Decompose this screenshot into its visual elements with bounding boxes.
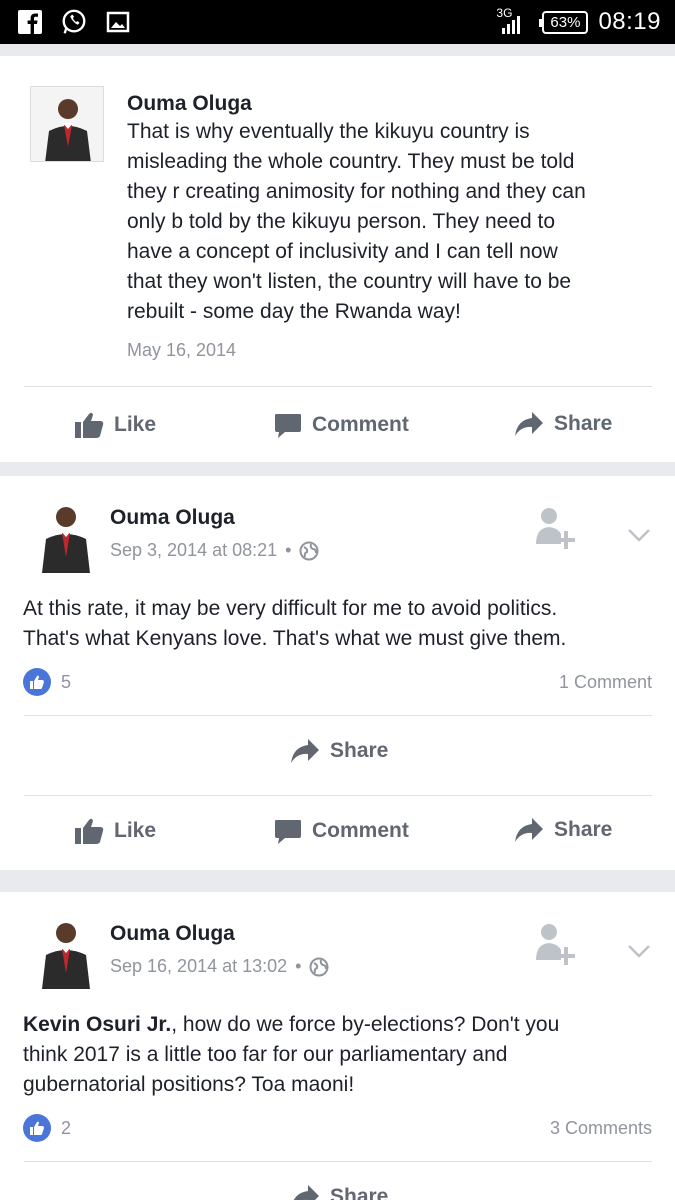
- post-text: Kevin Osuri Jr., how do we force by-elec…: [23, 1010, 663, 1100]
- signal-icon: 3G: [496, 6, 532, 38]
- post-text-line: think 2017 is a little too far for our p…: [23, 1043, 508, 1066]
- post-text: That is why eventually the kikuyu countr…: [127, 117, 657, 327]
- share-label: Share: [330, 739, 389, 762]
- post-card: Ouma Oluga Sep 3, 2014 at 08:21 • At thi…: [0, 476, 675, 870]
- post-text-segment: , how do we force by-elections? Don't yo…: [171, 1013, 560, 1036]
- share-arrow-icon: [515, 412, 543, 436]
- post-card: Ouma Oluga That is why eventually the ki…: [0, 56, 675, 462]
- share-row-button[interactable]: Share: [290, 1184, 388, 1200]
- post-date[interactable]: May 16, 2014: [127, 340, 236, 361]
- thumbs-up-icon: [75, 412, 104, 438]
- post-text-line: At this rate, it may be very difficult f…: [23, 597, 558, 620]
- reaction-count[interactable]: 2: [23, 1114, 71, 1142]
- comment-button[interactable]: Comment: [274, 817, 409, 845]
- reaction-count[interactable]: 5: [23, 668, 71, 696]
- timestamp[interactable]: May 16, 2014: [127, 340, 236, 361]
- divider: [24, 715, 652, 716]
- mention-link[interactable]: Kevin Osuri Jr.: [23, 1013, 171, 1036]
- avatar[interactable]: [38, 913, 94, 989]
- share-button[interactable]: Share: [514, 817, 612, 843]
- post-text-line: have a concept of inclusivity and I can …: [127, 240, 558, 263]
- like-count: 2: [61, 1117, 72, 1138]
- post-text-line: That's what Kenyans love. That's what we…: [23, 627, 567, 650]
- comment-count[interactable]: 3 Comments: [550, 1118, 652, 1139]
- meta-separator: •: [285, 540, 292, 560]
- status-bar: 3G 63% 08:19: [0, 0, 675, 44]
- post-meta: Sep 3, 2014 at 08:21 •: [110, 540, 319, 561]
- globe-icon: [299, 541, 319, 560]
- post-text-line: gubernatorial positions? Toa maoni!: [23, 1073, 355, 1096]
- share-arrow-icon: [291, 739, 319, 763]
- author-name[interactable]: Ouma Oluga: [110, 922, 235, 946]
- system-indicators: 3G 63% 08:19: [496, 6, 661, 38]
- chevron-down-icon[interactable]: [627, 944, 651, 963]
- post-text-line: that they won't listen, the country will…: [127, 270, 572, 293]
- share-label: Share: [554, 412, 613, 435]
- avatar[interactable]: [38, 497, 94, 573]
- like-count: 5: [61, 671, 72, 692]
- globe-icon: [309, 957, 329, 976]
- timestamp[interactable]: Sep 16, 2014 at 13:02: [110, 956, 287, 977]
- post-card: Ouma Oluga Sep 16, 2014 at 13:02 • Kevin…: [0, 892, 675, 1200]
- like-reaction-icon: [23, 1114, 51, 1142]
- share-label: Share: [554, 818, 613, 841]
- clock: 08:19: [598, 8, 661, 35]
- share-arrow-icon: [293, 1185, 319, 1200]
- divider: [24, 1161, 652, 1162]
- post-text-line: Kevin Osuri Jr., how do we force by-elec…: [23, 1010, 663, 1040]
- add-friend-icon[interactable]: [534, 920, 580, 971]
- meta-separator: •: [295, 956, 302, 976]
- comment-count[interactable]: 1 Comment: [559, 672, 652, 693]
- like-label: Like: [114, 819, 157, 842]
- facebook-icon: [16, 8, 44, 36]
- like-reaction-icon: [23, 668, 51, 696]
- post-text-line: That is why eventually the kikuyu countr…: [127, 120, 530, 143]
- post-text-line: they r creating animosity for nothing an…: [127, 180, 586, 203]
- comment-label: Comment: [312, 413, 409, 436]
- post-text-line: only b told by the kikuyu person. They n…: [127, 210, 556, 233]
- divider: [24, 386, 652, 387]
- comment-button[interactable]: Comment: [274, 411, 409, 439]
- divider: [24, 795, 652, 796]
- post-text: At this rate, it may be very difficult f…: [23, 594, 663, 654]
- add-friend-icon[interactable]: [534, 504, 580, 555]
- whatsapp-icon: [60, 8, 88, 36]
- thumbs-up-icon: [75, 818, 104, 844]
- post-meta: Sep 16, 2014 at 13:02 •: [110, 956, 329, 977]
- post-text-line: misleading the whole country. They must …: [127, 150, 575, 173]
- author-name[interactable]: Ouma Oluga: [110, 506, 235, 530]
- author-name[interactable]: Ouma Oluga: [127, 92, 252, 116]
- share-button[interactable]: Share: [514, 411, 612, 437]
- post-text-line: rebuilt - some day the Rwanda way!: [127, 300, 461, 323]
- share-row-button[interactable]: Share: [290, 738, 388, 764]
- comment-label: Comment: [312, 819, 409, 842]
- like-label: Like: [114, 413, 157, 436]
- notification-icons: [16, 8, 132, 36]
- like-button[interactable]: Like: [74, 817, 156, 845]
- comment-icon: [275, 820, 301, 844]
- comment-icon: [275, 414, 301, 438]
- gallery-icon: [104, 8, 132, 36]
- like-button[interactable]: Like: [74, 411, 156, 439]
- share-label: Share: [330, 1185, 389, 1200]
- feed-top-gap: [0, 44, 675, 56]
- share-arrow-icon: [515, 818, 543, 842]
- avatar[interactable]: [30, 86, 104, 162]
- timestamp[interactable]: Sep 3, 2014 at 08:21: [110, 540, 277, 561]
- battery-indicator: 63%: [539, 10, 589, 34]
- chevron-down-icon[interactable]: [627, 528, 651, 547]
